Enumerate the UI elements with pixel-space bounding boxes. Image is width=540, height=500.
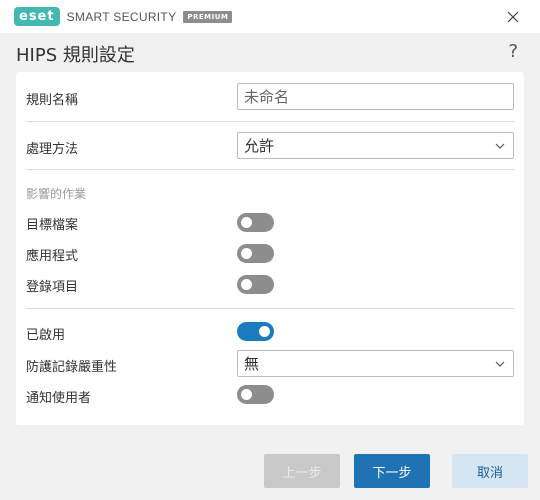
dialog-title: HIPS 規則設定 xyxy=(16,45,135,66)
product-name: SMART SECURITY xyxy=(66,9,177,24)
log-severity-value: 無 xyxy=(244,355,260,373)
applications-label: 應用程式 xyxy=(26,249,79,264)
divider xyxy=(26,121,514,122)
applications-toggle[interactable] xyxy=(237,244,274,263)
rule-name-input[interactable]: 未命名 xyxy=(237,83,514,110)
title-bar: eset SMART SECURITY PREMIUM xyxy=(0,0,540,33)
log-severity-label: 防護記錄嚴重性 xyxy=(26,360,118,375)
divider xyxy=(26,169,514,170)
target-files-label: 目標檔案 xyxy=(26,218,79,233)
affected-ops-heading: 影響的作業 xyxy=(26,187,87,201)
rule-name-label: 規則名稱 xyxy=(26,93,79,108)
target-files-toggle[interactable] xyxy=(237,213,274,232)
divider xyxy=(26,308,514,309)
toggle-knob xyxy=(241,217,252,228)
action-select-value: 允許 xyxy=(244,137,275,155)
eset-logo: eset xyxy=(14,7,60,26)
notify-user-toggle[interactable] xyxy=(237,385,274,404)
product-logo: eset SMART SECURITY PREMIUM xyxy=(14,7,233,26)
close-icon[interactable] xyxy=(504,8,522,26)
log-severity-select[interactable]: 無 xyxy=(237,350,514,377)
toggle-knob xyxy=(241,389,252,400)
help-icon[interactable]: ? xyxy=(508,41,518,62)
action-label: 處理方法 xyxy=(26,142,79,157)
registry-entries-toggle[interactable] xyxy=(237,275,274,294)
chevron-down-icon xyxy=(495,361,505,367)
registry-entries-label: 登錄項目 xyxy=(26,280,79,295)
notify-user-label: 通知使用者 xyxy=(26,391,92,406)
enabled-toggle[interactable] xyxy=(237,322,274,341)
back-button[interactable]: 上一步 xyxy=(264,454,340,488)
next-button[interactable]: 下一步 xyxy=(354,454,430,488)
cancel-button[interactable]: 取消 xyxy=(452,454,528,488)
toggle-knob xyxy=(241,248,252,259)
action-select[interactable]: 允許 xyxy=(237,132,514,159)
toggle-knob xyxy=(241,279,252,290)
chevron-down-icon xyxy=(495,143,505,149)
toggle-knob xyxy=(259,326,270,337)
edition-badge: PREMIUM xyxy=(183,10,233,23)
enabled-label: 已啟用 xyxy=(26,328,66,343)
